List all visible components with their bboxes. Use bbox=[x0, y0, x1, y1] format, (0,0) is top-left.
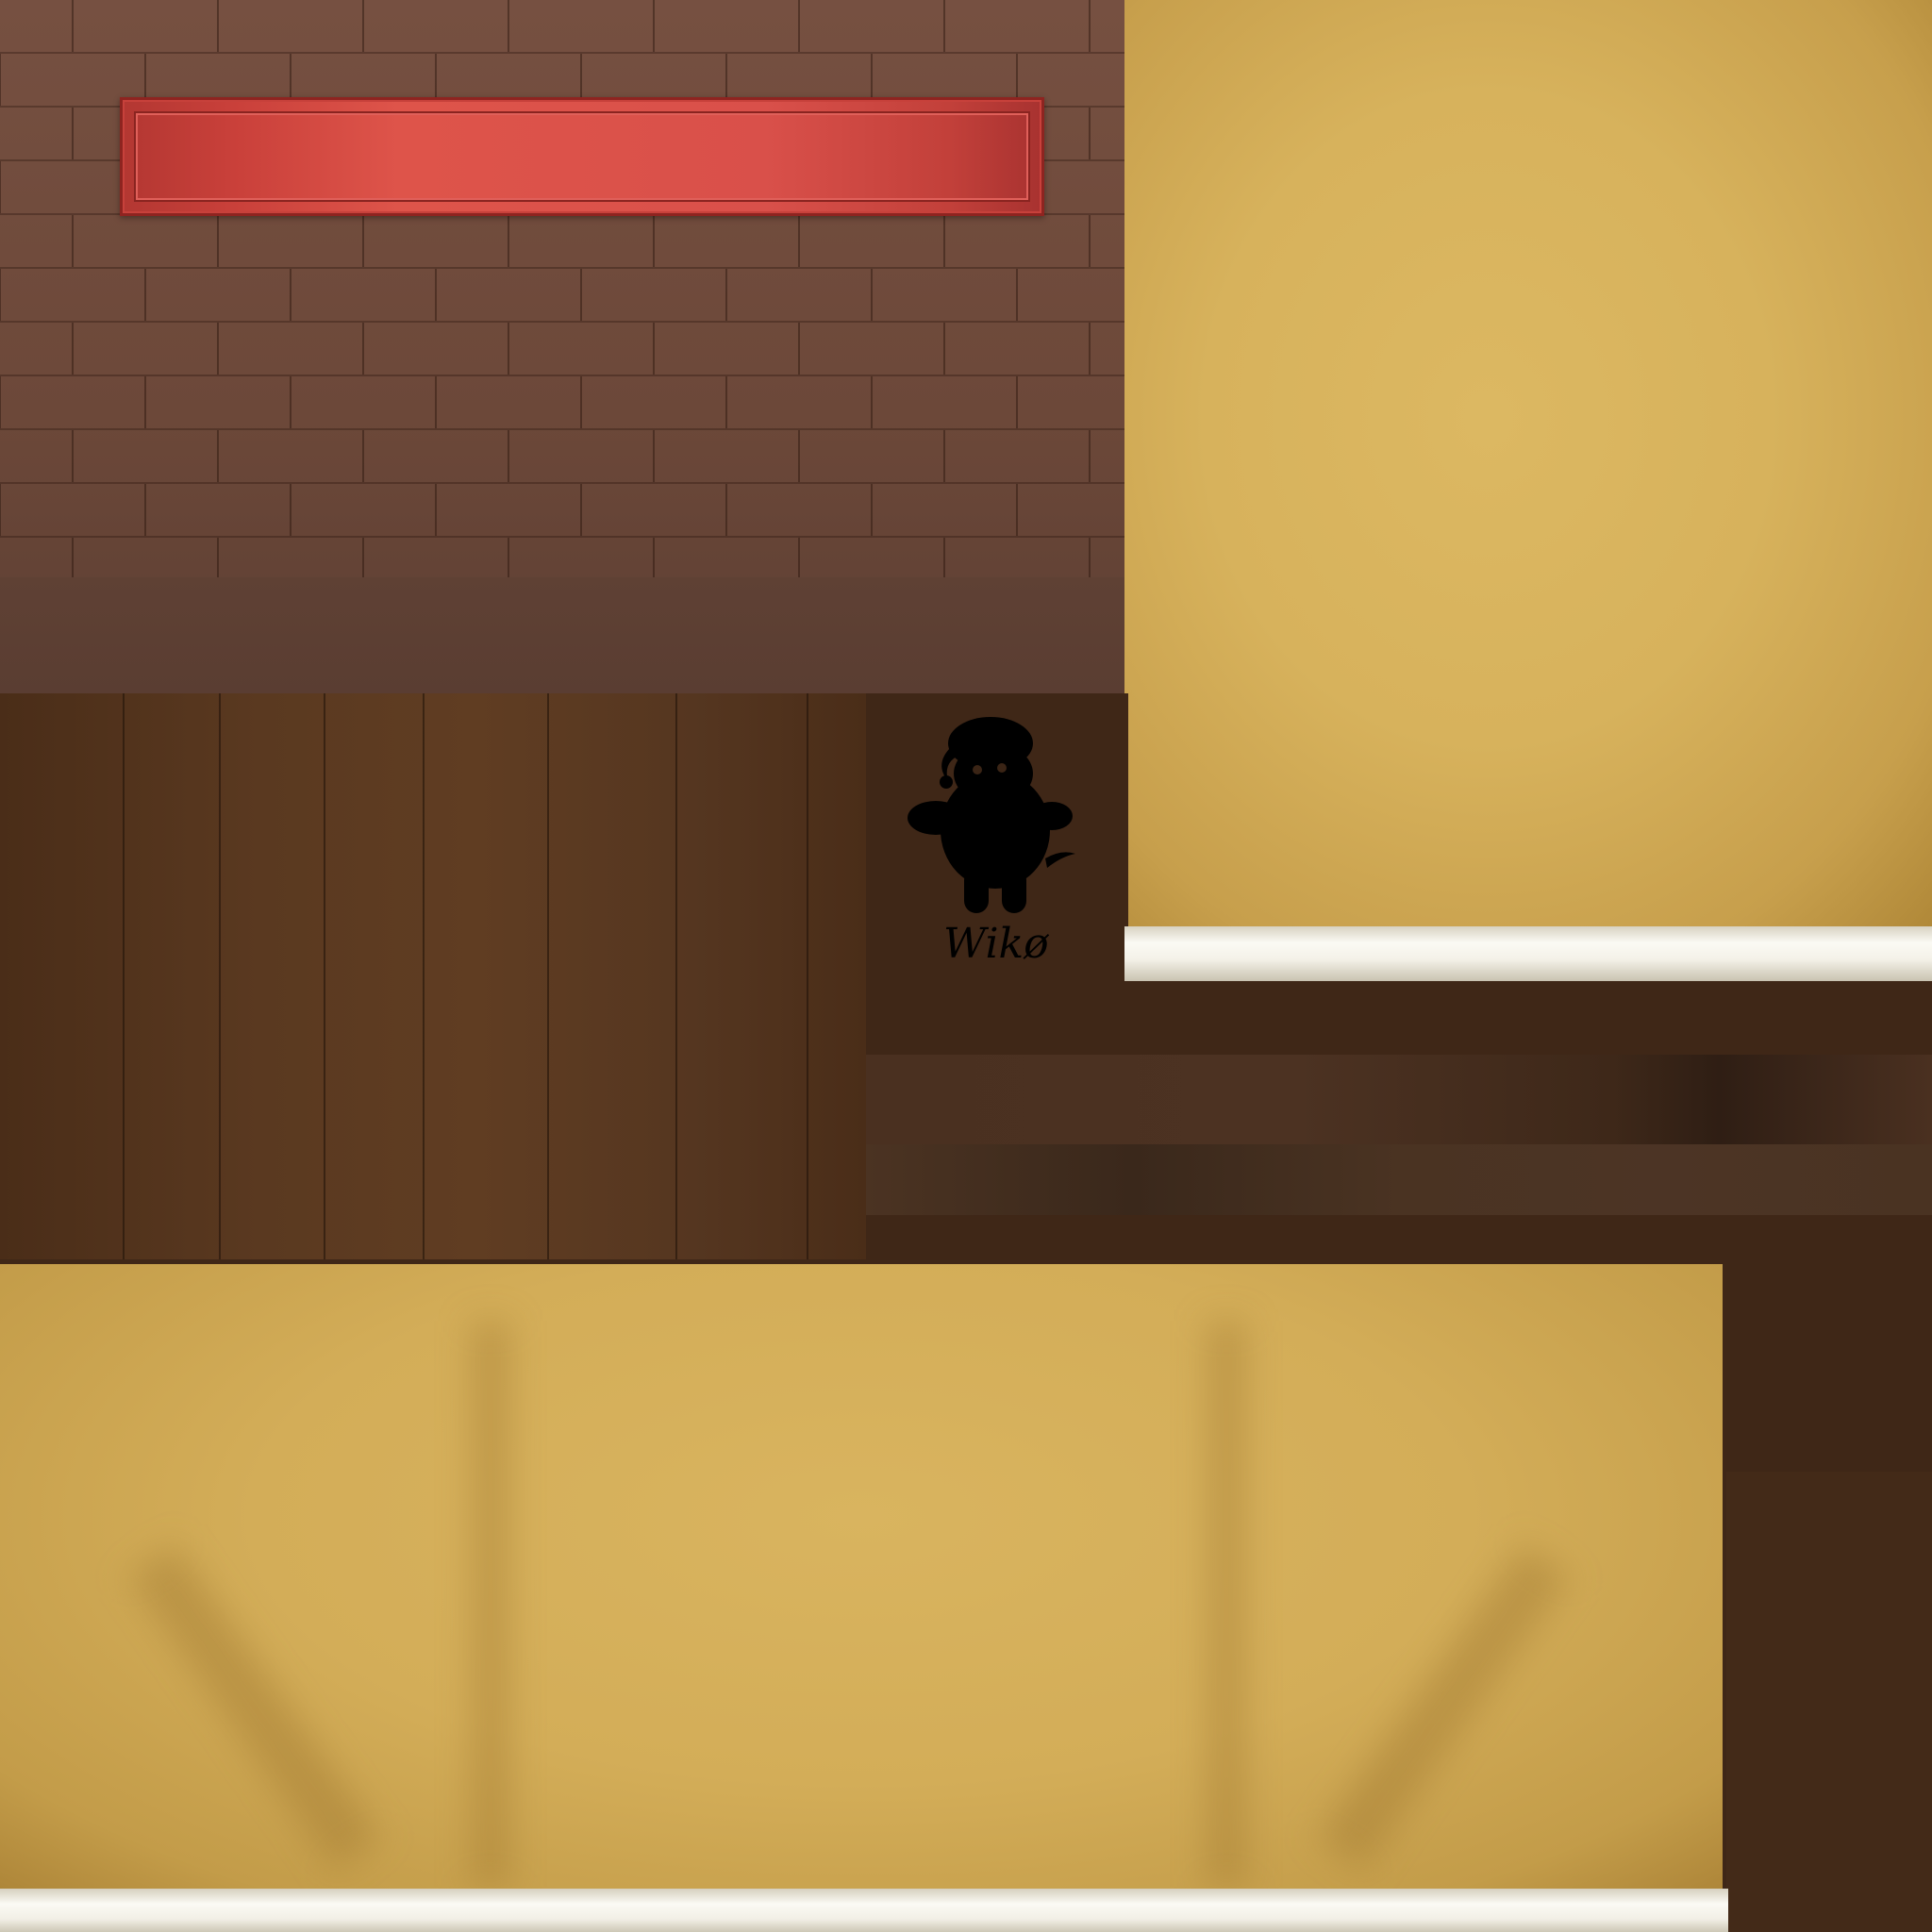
plank-seam bbox=[675, 693, 677, 1259]
panel-fold bbox=[1208, 1321, 1245, 1887]
plank-seam bbox=[807, 693, 808, 1259]
wood-panel-wall bbox=[0, 693, 866, 1259]
brick-lines bbox=[0, 0, 1091, 580]
panel-fold bbox=[1317, 1544, 1570, 1871]
plank-seam bbox=[324, 693, 325, 1259]
dark-column-lower bbox=[1726, 1472, 1932, 1932]
shelf-bottom bbox=[0, 1889, 1728, 1932]
wiko-watermark: Wikø bbox=[896, 708, 1085, 972]
brick-skirt bbox=[0, 577, 1160, 693]
sleeping-figure-icon bbox=[908, 717, 1075, 913]
plank-seam bbox=[219, 693, 221, 1259]
yellow-panel-right bbox=[1124, 0, 1932, 929]
yellow-panel-edge bbox=[1115, 693, 1128, 929]
dark-beam-lower bbox=[866, 1144, 1932, 1215]
red-sign-board bbox=[120, 97, 1044, 216]
shelf-right bbox=[1124, 926, 1932, 981]
red-sign-inner-frame bbox=[134, 111, 1030, 202]
plank-seam bbox=[547, 693, 549, 1259]
plank-seam bbox=[423, 693, 425, 1259]
plank-seam bbox=[123, 693, 125, 1259]
wiko-watermark-text: Wikø bbox=[943, 920, 1049, 968]
panel-fold bbox=[128, 1544, 381, 1871]
panel-fold bbox=[472, 1321, 509, 1887]
yellow-panel-bottom bbox=[0, 1264, 1723, 1894]
dark-beam-upper bbox=[866, 1055, 1932, 1144]
